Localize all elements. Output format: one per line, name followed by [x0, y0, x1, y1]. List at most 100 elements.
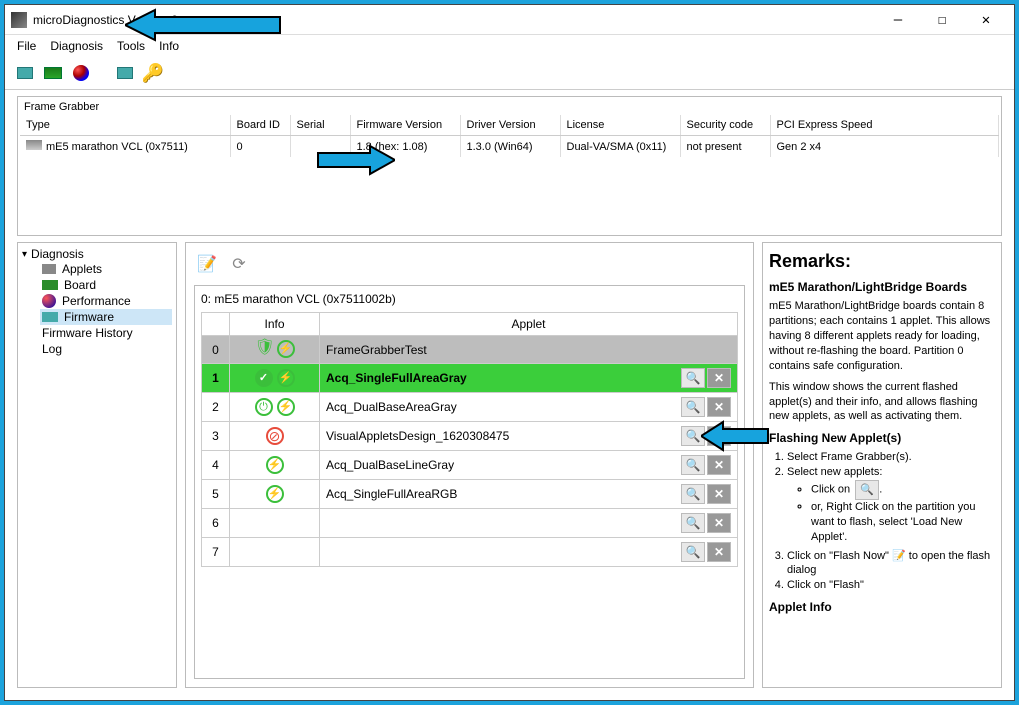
- flash-now-icon: 📝: [892, 550, 906, 562]
- delete-button[interactable]: ✕: [707, 484, 731, 504]
- applet-row[interactable]: 1⚡Acq_SingleFullAreaGray🔍✕: [202, 364, 738, 393]
- delete-button[interactable]: ✕: [707, 513, 731, 533]
- bolt-icon: ⚡: [277, 369, 295, 387]
- menubar: File Diagnosis Tools Info: [5, 35, 1014, 57]
- board-icon: [42, 280, 58, 290]
- remarks-p2: This window shows the current flashed ap…: [769, 380, 995, 425]
- fg-col-serial[interactable]: Serial: [290, 115, 350, 136]
- applet-row[interactable]: 0🛡⚡FrameGrabberTest: [202, 336, 738, 364]
- toolbar-btn-1[interactable]: [13, 61, 37, 85]
- fg-col-license[interactable]: License: [560, 115, 680, 136]
- fg-pci: Gen 2 x4: [770, 136, 999, 158]
- applet-row[interactable]: 2⏻⚡Acq_DualBaseAreaGray🔍✕: [202, 393, 738, 422]
- window-title: microDiagnostics Version 6: [33, 13, 178, 27]
- bolt-icon: ⚡: [277, 340, 295, 358]
- applet-name: VisualAppletsDesign_1620308475: [326, 429, 509, 443]
- frame-grabber-panel: Frame Grabber Type Board ID Serial Firmw…: [17, 96, 1002, 236]
- fg-col-fw[interactable]: Firmware Version: [350, 115, 460, 136]
- toolbar-btn-color[interactable]: [69, 61, 93, 85]
- shield-icon: 🛡: [255, 341, 273, 359]
- app-icon: [11, 12, 27, 28]
- tree-root[interactable]: ▾ Diagnosis: [22, 247, 172, 261]
- row-index: 5: [202, 480, 230, 509]
- fg-row[interactable]: mE5 marathon VCL (0x7511) 0 1.8 (hex: 1.…: [20, 136, 999, 158]
- fg-col-pci[interactable]: PCI Express Speed: [770, 115, 999, 136]
- fg-security: not present: [680, 136, 770, 158]
- col-info: Info: [230, 313, 320, 336]
- fg-col-security[interactable]: Security code: [680, 115, 770, 136]
- menu-tools[interactable]: Tools: [117, 39, 145, 53]
- delete-button[interactable]: ✕: [707, 368, 731, 388]
- applet-box-title: 0: mE5 marathon VCL (0x7511002b): [201, 292, 738, 306]
- menu-file[interactable]: File: [17, 39, 36, 53]
- remarks-step2: Select new applets: Click on 🔍. or, Righ…: [787, 465, 995, 544]
- tree-log[interactable]: Log: [40, 341, 172, 357]
- firmware-panel: 📝 ⟳ 0: mE5 marathon VCL (0x7511002b) Inf…: [185, 242, 754, 688]
- maximize-button[interactable]: ☐: [920, 6, 964, 34]
- refresh-button[interactable]: ⟳: [226, 251, 252, 277]
- fg-type: mE5 marathon VCL (0x7511): [46, 141, 188, 153]
- delete-button[interactable]: ✕: [707, 426, 731, 446]
- row-info: ⏻⚡: [230, 393, 320, 422]
- applet-box: 0: mE5 marathon VCL (0x7511002b) Info Ap…: [194, 285, 745, 679]
- applet-row[interactable]: 4⚡Acq_DualBaseLineGray🔍✕: [202, 451, 738, 480]
- flash-button[interactable]: 🔍: [681, 513, 705, 533]
- applet-row[interactable]: 7🔍✕: [202, 538, 738, 567]
- flash-now-button[interactable]: 📝: [194, 251, 220, 277]
- row-info: ⚡: [230, 480, 320, 509]
- fg-col-boardid[interactable]: Board ID: [230, 115, 290, 136]
- delete-button[interactable]: ✕: [707, 455, 731, 475]
- flash-button[interactable]: 🔍: [681, 368, 705, 388]
- remarks-step1: Select Frame Grabber(s).: [787, 450, 995, 465]
- row-index: 6: [202, 509, 230, 538]
- remarks-panel[interactable]: Remarks: mE5 Marathon/LightBridge Boards…: [762, 242, 1002, 688]
- row-index: 4: [202, 451, 230, 480]
- menu-diagnosis[interactable]: Diagnosis: [50, 39, 103, 53]
- applet-name: Acq_DualBaseLineGray: [326, 458, 454, 472]
- remarks-heading: Remarks:: [769, 249, 995, 273]
- row-index: 1: [202, 364, 230, 393]
- firmware-icon: [42, 312, 58, 322]
- applet-table: Info Applet 0🛡⚡FrameGrabberTest1⚡Acq_Sin…: [201, 312, 738, 567]
- toolbar-btn-board[interactable]: [41, 61, 65, 85]
- tree-applets[interactable]: Applets: [40, 261, 172, 277]
- menu-info[interactable]: Info: [159, 39, 179, 53]
- fg-firmware: 1.8 (hex: 1.08): [350, 136, 460, 158]
- toolbar-btn-chip2[interactable]: [113, 61, 137, 85]
- flash-button[interactable]: 🔍: [681, 455, 705, 475]
- delete-button[interactable]: ✕: [707, 397, 731, 417]
- minimize-button[interactable]: —: [876, 6, 920, 34]
- delete-button[interactable]: ✕: [707, 542, 731, 562]
- flash-button[interactable]: 🔍: [681, 397, 705, 417]
- flash-button[interactable]: 🔍: [681, 426, 705, 446]
- fg-col-type[interactable]: Type: [20, 115, 230, 136]
- remarks-sub1: mE5 Marathon/LightBridge Boards: [769, 279, 995, 295]
- remarks-step2a: Click on 🔍.: [811, 480, 995, 500]
- fg-boardid: 0: [230, 136, 290, 158]
- tree-root-label: Diagnosis: [31, 247, 84, 261]
- applet-row[interactable]: 3 VisualAppletsDesign_1620308475 🔍✕: [202, 422, 738, 451]
- row-info: [230, 509, 320, 538]
- fg-col-driver[interactable]: Driver Version: [460, 115, 560, 136]
- row-info: ⚡: [230, 364, 320, 393]
- toolbar: 🔑: [5, 57, 1014, 90]
- flash-button[interactable]: 🔍: [681, 542, 705, 562]
- remarks-step2b: or, Right Click on the partition you wan…: [811, 500, 995, 545]
- fg-driver: 1.3.0 (Win64): [460, 136, 560, 158]
- tree-fw-history[interactable]: Firmware History: [40, 325, 172, 341]
- fg-serial: [290, 136, 350, 158]
- close-button[interactable]: ✕: [964, 6, 1008, 34]
- applet-row[interactable]: 6 🔍✕: [202, 509, 738, 538]
- board-icon: [26, 140, 42, 150]
- bolt-icon: ⚡: [277, 398, 295, 416]
- applet-name: FrameGrabberTest: [326, 343, 427, 357]
- toolbar-btn-key[interactable]: 🔑: [141, 61, 165, 85]
- tree-board[interactable]: Board: [40, 277, 172, 293]
- flash-button[interactable]: 🔍: [681, 484, 705, 504]
- fg-license: Dual-VA/SMA (0x11): [560, 136, 680, 158]
- remarks-sub3: Applet Info: [769, 599, 995, 615]
- row-index: 3: [202, 422, 230, 451]
- tree-performance[interactable]: Performance: [40, 293, 172, 309]
- tree-firmware[interactable]: Firmware: [40, 309, 172, 325]
- applet-row[interactable]: 5⚡Acq_SingleFullAreaRGB🔍✕: [202, 480, 738, 509]
